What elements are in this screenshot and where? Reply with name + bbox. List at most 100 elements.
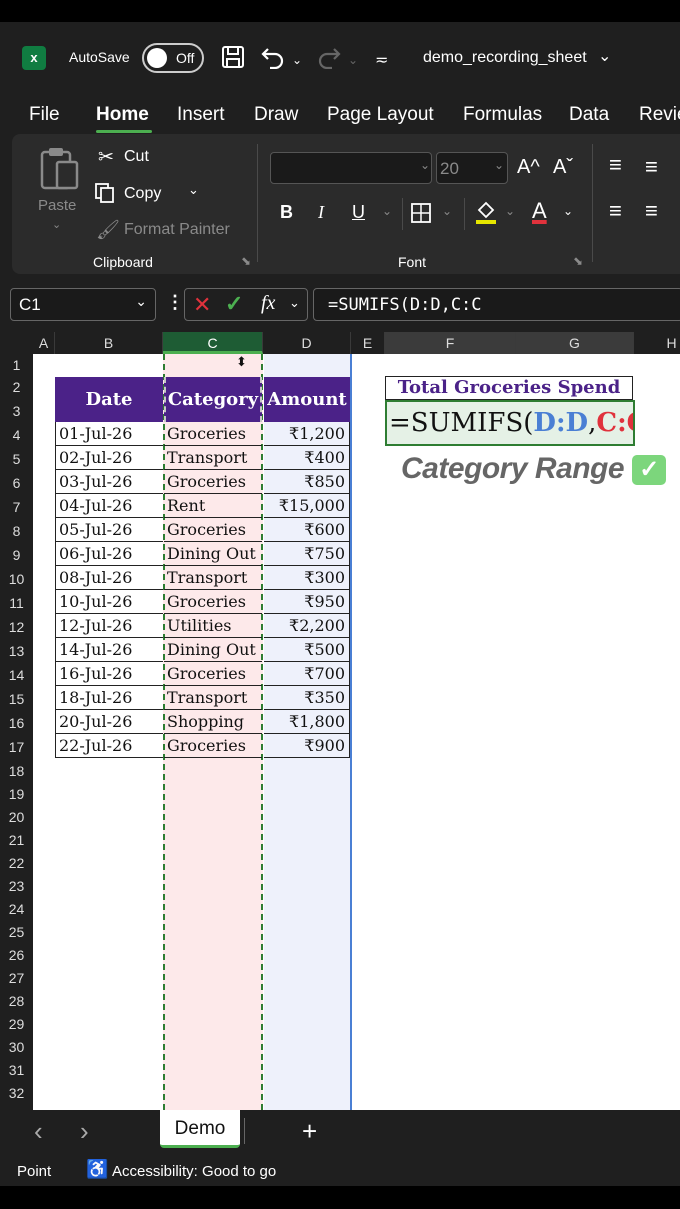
active-edit-cell[interactable]: =SUMIFS(D:D,C:C <box>385 400 635 446</box>
row-header[interactable]: 7 <box>0 499 33 515</box>
date-cell[interactable]: 22-Jul-26 <box>55 734 163 758</box>
row-header[interactable]: 32 <box>0 1085 33 1101</box>
fill-color-dropdown-icon[interactable]: ⌄ <box>505 204 515 218</box>
tab-file[interactable]: File <box>29 104 60 126</box>
borders-dropdown-icon[interactable]: ⌄ <box>442 204 452 218</box>
row-header[interactable]: 20 <box>0 809 33 825</box>
row-header[interactable]: 19 <box>0 786 33 802</box>
align-center-icon[interactable]: ≡ <box>645 198 658 224</box>
category-cell[interactable]: Transport <box>164 566 262 590</box>
row-header[interactable]: 16 <box>0 715 33 731</box>
row-header[interactable]: 23 <box>0 878 33 894</box>
formula-input[interactable]: =SUMIFS(D:D,C:C <box>313 288 680 321</box>
row-header[interactable]: 24 <box>0 901 33 917</box>
amount-cell[interactable]: ₹1,200 <box>264 422 349 446</box>
accessibility-status[interactable]: Accessibility: Good to go <box>112 1163 276 1180</box>
copy-dropdown-icon[interactable]: ⌄ <box>188 182 199 198</box>
save-icon[interactable] <box>221 45 245 69</box>
row-header[interactable]: 30 <box>0 1039 33 1055</box>
date-cell[interactable]: 02-Jul-26 <box>55 446 163 470</box>
amount-cell[interactable]: ₹2,200 <box>264 614 349 638</box>
header-date[interactable]: Date <box>55 377 163 422</box>
date-cell[interactable]: 10-Jul-26 <box>55 590 163 614</box>
name-box[interactable]: C1 ⌄ <box>10 288 156 321</box>
insert-function-button[interactable]: fx <box>261 292 275 315</box>
row-header[interactable]: 14 <box>0 667 33 683</box>
row-header[interactable]: 6 <box>0 475 33 491</box>
shrink-font-button[interactable]: Aˇ <box>553 156 573 179</box>
row-header[interactable]: 4 <box>0 427 33 443</box>
category-cell[interactable]: Groceries <box>164 422 262 446</box>
align-left-icon[interactable]: ≡ <box>609 198 622 224</box>
category-cell[interactable]: Groceries <box>164 662 262 686</box>
date-cell[interactable]: 05-Jul-26 <box>55 518 163 542</box>
amount-cell[interactable]: ₹500 <box>264 638 349 662</box>
row-header[interactable]: 26 <box>0 947 33 963</box>
amount-cell[interactable]: ₹950 <box>264 590 349 614</box>
row-header[interactable]: 3 <box>0 403 33 419</box>
align-middle-icon[interactable]: ≡ <box>645 154 658 180</box>
formula-bar-options-icon[interactable]: ⋮ <box>166 292 184 313</box>
date-cell[interactable]: 20-Jul-26 <box>55 710 163 734</box>
tab-draw[interactable]: Draw <box>254 104 298 126</box>
column-header-f[interactable]: F <box>385 332 516 354</box>
tab-page-layout[interactable]: Page Layout <box>327 104 434 126</box>
amount-cell[interactable]: ₹700 <box>264 662 349 686</box>
font-launcher-icon[interactable]: ⬊ <box>573 254 583 268</box>
date-cell[interactable]: 03-Jul-26 <box>55 470 163 494</box>
category-cell[interactable]: Dining Out <box>164 638 262 662</box>
copy-button[interactable]: Copy <box>124 185 161 203</box>
autosave-toggle[interactable]: Off <box>142 43 204 73</box>
confirm-icon[interactable]: ✓ <box>225 291 243 317</box>
category-cell[interactable]: Groceries <box>164 470 262 494</box>
amount-cell[interactable]: ₹350 <box>264 686 349 710</box>
document-title[interactable]: demo_recording_sheet <box>423 49 587 67</box>
font-color-dropdown-icon[interactable]: ⌄ <box>563 204 573 218</box>
date-cell[interactable]: 06-Jul-26 <box>55 542 163 566</box>
borders-icon[interactable] <box>410 202 432 224</box>
row-header[interactable]: 22 <box>0 855 33 871</box>
bold-button[interactable]: B <box>280 202 293 223</box>
tab-home[interactable]: Home <box>96 104 149 126</box>
amount-cell[interactable]: ₹850 <box>264 470 349 494</box>
cut-button[interactable]: Cut <box>124 148 149 166</box>
category-cell[interactable]: Transport <box>164 446 262 470</box>
next-sheet-icon[interactable]: › <box>80 1116 89 1147</box>
clipboard-launcher-icon[interactable]: ⬊ <box>241 254 251 268</box>
worksheet-grid[interactable]: Date Category Amount ⬍ Total Groceries S… <box>33 354 680 1110</box>
column-header-c[interactable]: C <box>163 332 263 354</box>
header-category[interactable]: Category <box>164 377 262 422</box>
category-cell[interactable]: Rent <box>164 494 262 518</box>
amount-cell[interactable]: ₹900 <box>264 734 349 758</box>
tab-review[interactable]: Revie <box>639 104 680 126</box>
date-cell[interactable]: 16-Jul-26 <box>55 662 163 686</box>
row-header[interactable]: 5 <box>0 451 33 467</box>
row-header[interactable]: 29 <box>0 1016 33 1032</box>
total-groceries-title[interactable]: Total Groceries Spend <box>385 376 633 400</box>
undo-icon[interactable] <box>260 45 286 69</box>
row-header[interactable]: 21 <box>0 832 33 848</box>
row-header[interactable]: 11 <box>0 595 33 611</box>
sheet-tab-demo[interactable]: Demo <box>160 1110 240 1148</box>
customize-toolbar-icon[interactable]: ≂ <box>375 50 388 72</box>
column-header-a[interactable]: A <box>33 332 55 354</box>
align-top-icon[interactable]: ≡ <box>609 152 622 178</box>
amount-cell[interactable]: ₹15,000 <box>264 494 349 518</box>
cancel-icon[interactable]: ✕ <box>193 292 211 318</box>
grow-font-button[interactable]: A^ <box>517 156 540 179</box>
category-cell[interactable]: Dining Out <box>164 542 262 566</box>
category-cell[interactable]: Utilities <box>164 614 262 638</box>
row-header[interactable]: 28 <box>0 993 33 1009</box>
undo-dropdown-icon[interactable]: ⌄ <box>292 49 302 71</box>
row-header[interactable]: 27 <box>0 970 33 986</box>
font-color-button[interactable]: A <box>532 198 547 224</box>
date-cell[interactable]: 04-Jul-26 <box>55 494 163 518</box>
prev-sheet-icon[interactable]: ‹ <box>34 1116 43 1147</box>
row-header[interactable]: 8 <box>0 523 33 539</box>
font-name-dropdown[interactable] <box>270 152 432 184</box>
row-header[interactable]: 13 <box>0 643 33 659</box>
column-header-d[interactable]: D <box>263 332 351 354</box>
column-header-g[interactable]: G <box>516 332 634 354</box>
row-header[interactable]: 1 <box>0 357 33 373</box>
row-header[interactable]: 10 <box>0 571 33 587</box>
